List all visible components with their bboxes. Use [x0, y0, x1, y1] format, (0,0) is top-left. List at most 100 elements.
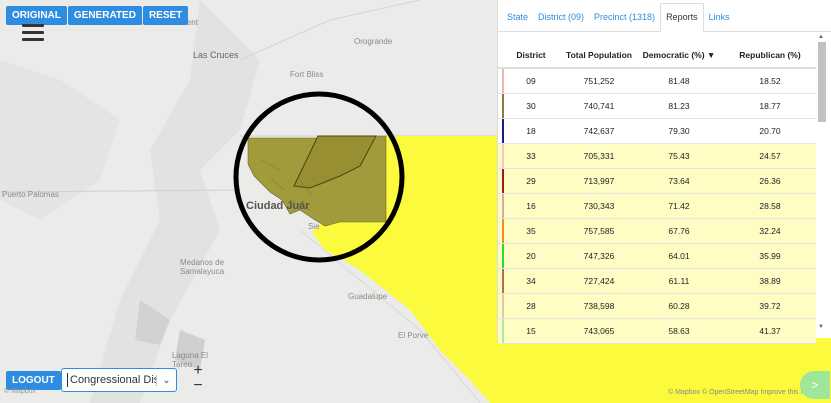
- tab-reports[interactable]: Reports: [660, 3, 704, 32]
- tab-district[interactable]: District (09): [533, 12, 589, 31]
- reports-table: District Total Population Democratic (%)…: [498, 42, 816, 344]
- cell-republican: 38.89: [759, 276, 781, 286]
- zoom-out-button[interactable]: −: [188, 378, 208, 394]
- map-attribution[interactable]: © Mapbox © OpenStreetMap Improve this ma…: [668, 389, 814, 396]
- chevron-down-icon: ⌄: [156, 374, 176, 386]
- district-color-swatch: [502, 169, 504, 193]
- cell-district: 30: [526, 101, 536, 111]
- cell-democratic: 75.43: [668, 151, 690, 161]
- map-label-el-porvenir: El Porve: [398, 331, 429, 340]
- cell-republican: 41.37: [759, 326, 781, 336]
- district-type-select[interactable]: Congressional Dis... ⌄: [61, 368, 177, 392]
- header-republican[interactable]: Republican (%): [724, 50, 816, 60]
- tab-precinct[interactable]: Precinct (1318): [589, 12, 660, 31]
- cell-democratic: 64.01: [668, 251, 690, 261]
- cell-district: 09: [526, 76, 536, 86]
- original-button[interactable]: ORIGINAL: [6, 6, 67, 25]
- map-label-puerto-palomas: Puerto Palomas: [2, 190, 59, 199]
- cell-republican: 18.52: [759, 76, 781, 86]
- cell-republican: 24.57: [759, 151, 781, 161]
- district-color-swatch: [502, 194, 504, 218]
- cell-democratic: 61.11: [668, 276, 690, 286]
- cell-population: 751,252: [583, 76, 615, 86]
- header-democratic[interactable]: Democratic (%) ▼: [634, 50, 724, 60]
- cell-republican: 35.99: [759, 251, 781, 261]
- top-button-group: ORIGINAL GENERATED RESET: [6, 6, 189, 25]
- cell-district: 35: [526, 226, 536, 236]
- table-row[interactable]: 16 730,343 71.42 28.58: [498, 194, 816, 219]
- district-color-swatch: [502, 294, 504, 318]
- cell-district: 16: [526, 201, 536, 211]
- cell-population: 740,741: [583, 101, 615, 111]
- cell-republican: 20.70: [759, 126, 781, 136]
- next-button[interactable]: >: [800, 371, 830, 399]
- cell-population: 705,331: [583, 151, 615, 161]
- map-label-guadalupe: Guadalupe: [348, 292, 388, 301]
- cell-republican: 18.77: [759, 101, 781, 111]
- info-panel: State District (09) Precinct (1318) Repo…: [497, 0, 831, 344]
- table-row[interactable]: 20 747,326 64.01 35.99: [498, 244, 816, 269]
- map-label-ciudad-juarez: Ciudad Juár: [246, 200, 310, 212]
- district-color-swatch: [502, 69, 504, 93]
- map-label-orogrande: Orogrande: [354, 37, 393, 46]
- table-row[interactable]: 09 751,252 81.48 18.52: [498, 69, 816, 94]
- header-district[interactable]: District: [498, 50, 564, 60]
- cell-population: 747,326: [583, 251, 615, 261]
- table-body: 09 751,252 81.48 18.52 30 740,741 81.23 18.77 18…: [498, 69, 816, 344]
- cell-republican: 26.36: [759, 176, 781, 186]
- reset-button[interactable]: RESET: [142, 6, 189, 25]
- cell-district: 28: [526, 301, 536, 311]
- cell-republican: 32.24: [759, 226, 781, 236]
- cell-population: 743,065: [583, 326, 615, 336]
- cell-district: 20: [526, 251, 536, 261]
- cell-district: 33: [526, 151, 536, 161]
- table-row[interactable]: 28 738,598 60.28 39.72: [498, 294, 816, 319]
- menu-icon[interactable]: [22, 24, 44, 42]
- cell-population: 727,424: [583, 276, 615, 286]
- district-color-swatch: [502, 319, 504, 343]
- table-row[interactable]: 18 742,637 79.30 20.70: [498, 119, 816, 144]
- cell-democratic: 81.48: [668, 76, 690, 86]
- map-label-sierra: Sie: [308, 222, 320, 231]
- cell-district: 29: [526, 176, 536, 186]
- cell-population: 713,997: [583, 176, 615, 186]
- scroll-down-icon[interactable]: ▼: [818, 324, 824, 330]
- cell-democratic: 73.64: [668, 176, 690, 186]
- scrollbar-thumb[interactable]: [818, 42, 826, 122]
- table-row[interactable]: 35 757,585 67.76 32.24: [498, 219, 816, 244]
- table-row[interactable]: 29 713,997 73.64 26.36: [498, 169, 816, 194]
- table-row[interactable]: 33 705,331 75.43 24.57: [498, 144, 816, 169]
- header-population[interactable]: Total Population: [564, 50, 634, 60]
- select-value: Congressional Dis...: [67, 373, 156, 387]
- map-label-las-cruces: Las Cruces: [193, 50, 239, 60]
- scroll-up-icon[interactable]: ▲: [818, 34, 824, 40]
- cell-population: 742,637: [583, 126, 615, 136]
- table-scrollbar[interactable]: ▲ ▼: [816, 34, 828, 334]
- cell-district: 34: [526, 276, 536, 286]
- panel-tabs: State District (09) Precinct (1318) Repo…: [498, 0, 831, 32]
- cell-democratic: 67.76: [668, 226, 690, 236]
- table-row[interactable]: 34 727,424 61.11 38.89: [498, 269, 816, 294]
- cell-democratic: 60.28: [668, 301, 690, 311]
- tab-state[interactable]: State: [502, 12, 533, 31]
- cell-district: 18: [526, 126, 536, 136]
- district-color-swatch: [502, 119, 504, 143]
- cell-republican: 39.72: [759, 301, 781, 311]
- table-row[interactable]: 30 740,741 81.23 18.77: [498, 94, 816, 119]
- generated-button[interactable]: GENERATED: [67, 6, 142, 25]
- cell-district: 15: [526, 326, 536, 336]
- map-label-medanos: Medanos de Samalayuca: [180, 258, 225, 276]
- tab-links[interactable]: Links: [704, 12, 735, 31]
- district-color-swatch: [502, 144, 504, 168]
- table-row[interactable]: 15 743,065 58.63 41.37: [498, 319, 816, 344]
- cell-population: 730,343: [583, 201, 615, 211]
- zoom-controls: + −: [188, 363, 208, 394]
- district-color-swatch: [502, 244, 504, 268]
- cell-population: 757,585: [583, 226, 615, 236]
- map-label-fort-bliss: Fort Bliss: [290, 70, 324, 79]
- table-header: District Total Population Democratic (%)…: [498, 42, 816, 69]
- district-color-swatch: [502, 269, 504, 293]
- cell-democratic: 71.42: [668, 201, 690, 211]
- cell-democratic: 79.30: [668, 126, 690, 136]
- district-color-swatch: [502, 94, 504, 118]
